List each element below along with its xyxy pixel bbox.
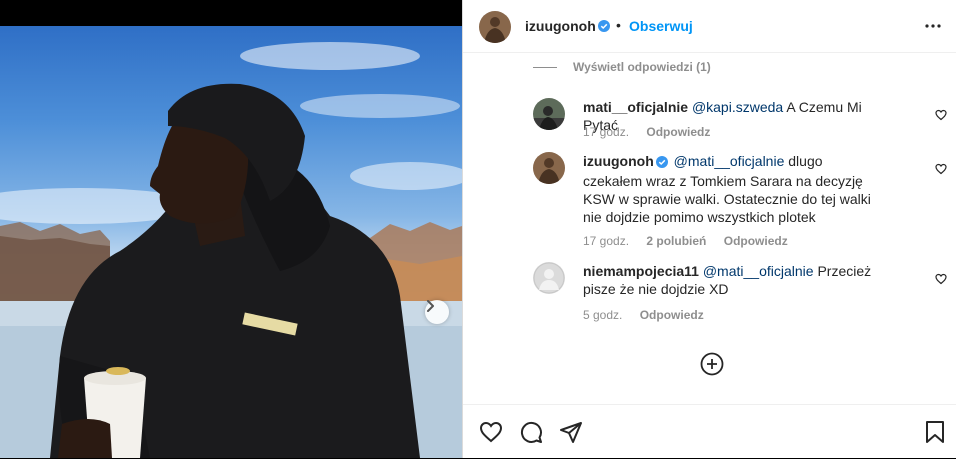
reply-button[interactable]: Odpowiedz xyxy=(724,234,788,248)
avatar-image xyxy=(479,11,511,43)
reply-button[interactable]: Odpowiedz xyxy=(646,125,710,139)
post-actions-bar xyxy=(463,404,956,459)
avatar-image xyxy=(533,152,565,184)
avatar-image xyxy=(533,98,565,130)
avatar[interactable] xyxy=(479,11,511,43)
heart-icon[interactable] xyxy=(935,108,947,126)
comment-mention[interactable]: @mati__oficjalnie xyxy=(674,153,785,169)
heart-icon[interactable] xyxy=(935,162,947,180)
comment-meta: 5 godz. Odpowiedz xyxy=(583,308,718,322)
comment-time[interactable]: 17 godz. xyxy=(583,234,629,248)
post-header: izuugonoh • Obserwuj xyxy=(463,0,956,53)
post-author-username[interactable]: izuugonoh xyxy=(525,18,596,34)
comment-username[interactable]: izuugonoh xyxy=(583,153,654,169)
avatar[interactable] xyxy=(533,152,565,184)
header-separator: • xyxy=(616,17,621,33)
verified-badge-icon xyxy=(598,19,610,37)
comment-mention[interactable]: @kapi.szweda xyxy=(692,99,783,115)
comment-mention[interactable]: @mati__oficjalnie xyxy=(703,263,814,279)
post-photo[interactable] xyxy=(0,26,462,458)
photo-illustration xyxy=(0,42,462,458)
avatar[interactable] xyxy=(533,262,565,294)
comment-time[interactable]: 17 godz. xyxy=(583,125,629,139)
view-replies-button[interactable]: Wyświetl odpowiedzi (1) xyxy=(533,60,711,74)
comment-meta: 17 godz. 2 polubień Odpowiedz xyxy=(583,234,802,248)
heart-icon[interactable] xyxy=(479,420,503,449)
more-options-icon[interactable] xyxy=(923,16,943,41)
follow-button[interactable]: Obserwuj xyxy=(629,18,693,34)
default-avatar-icon xyxy=(533,262,565,294)
chevron-right-icon xyxy=(427,300,434,312)
comment-time[interactable]: 5 godz. xyxy=(583,308,622,322)
comment-meta: 17 godz. Odpowiedz xyxy=(583,125,724,139)
verified-badge-icon xyxy=(655,154,668,172)
comment-body: niemampojecia11 @mati__oficjalnie Przeci… xyxy=(583,262,883,298)
post-sidebar: izuugonoh • Obserwuj Wyświetl odpowiedzi… xyxy=(462,0,956,458)
comment-username[interactable]: niemampojecia11 xyxy=(583,263,699,279)
view-replies-label: Wyświetl odpowiedzi (1) xyxy=(573,60,711,74)
paper-plane-icon[interactable] xyxy=(559,420,583,449)
comment-body: izuugonoh @mati__oficjalnie dlugo czekał… xyxy=(583,152,883,226)
view-replies-line xyxy=(533,66,557,68)
speech-bubble-icon[interactable] xyxy=(519,420,543,449)
next-slide-button[interactable] xyxy=(425,300,449,324)
plus-circle-icon[interactable] xyxy=(700,352,724,381)
comment-likes-count[interactable]: 2 polubień xyxy=(646,234,706,248)
reply-button[interactable]: Odpowiedz xyxy=(640,308,704,322)
avatar[interactable] xyxy=(533,98,565,130)
bookmark-icon[interactable] xyxy=(925,420,945,449)
heart-icon[interactable] xyxy=(935,272,947,290)
comment-username[interactable]: mati__oficjalnie xyxy=(583,99,688,115)
